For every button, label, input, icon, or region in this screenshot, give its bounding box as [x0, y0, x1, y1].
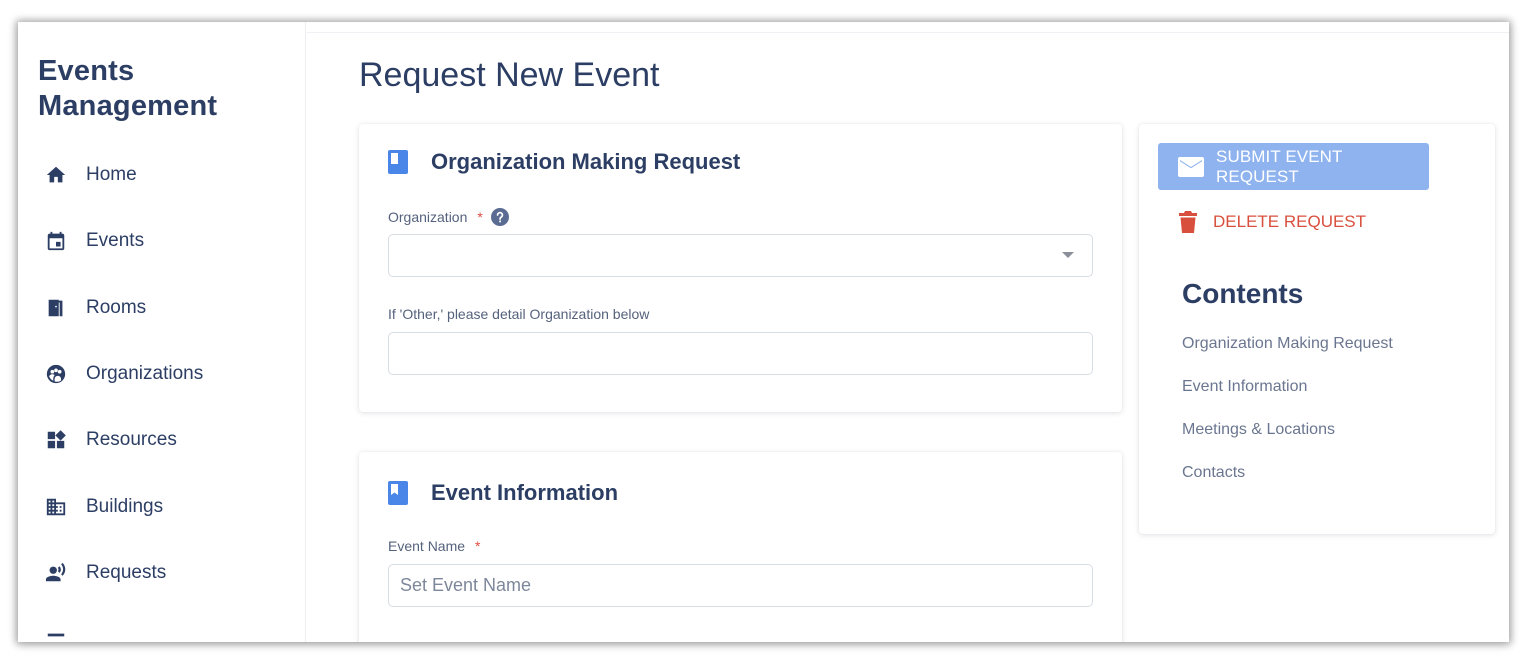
actions-panel: SUBMIT EVENT REQUEST DELETE REQUEST Cont…	[1139, 124, 1495, 534]
sidebar-item-buildings[interactable]: Buildings	[44, 487, 294, 527]
event-section-title: Event Information	[431, 480, 619, 505]
brand-line-2: Management	[38, 90, 218, 122]
record-voice-icon	[44, 561, 68, 585]
contents-link-organization[interactable]: Organization Making Request	[1182, 335, 1393, 353]
sidebar-item-label: Resources	[86, 429, 177, 450]
sidebar-item-more[interactable]	[44, 620, 294, 642]
dropdown-caret-icon	[1062, 252, 1074, 258]
brand-line-1: Events	[38, 55, 135, 87]
sidebar-item-label: Requests	[86, 562, 167, 583]
help-icon[interactable]	[490, 208, 509, 226]
delete-button-label: DELETE REQUEST	[1213, 212, 1367, 231]
event-name-label-text: Event Name	[388, 538, 466, 554]
organization-section-title: Organization Making Request	[431, 149, 741, 174]
group-icon	[44, 362, 68, 386]
sidebar-item-label: Events	[86, 230, 145, 251]
other-organization-input[interactable]	[388, 332, 1093, 375]
contents-title: Contents	[1182, 278, 1304, 309]
door-icon	[44, 296, 68, 320]
sidebar-item-home[interactable]: Home	[44, 155, 294, 195]
organization-section-header: Organization Making Request	[388, 149, 740, 175]
other-organization-label: If 'Other,' please detail Organization b…	[388, 306, 650, 322]
list-icon	[44, 628, 68, 642]
organization-section-card: Organization Making Request Organization…	[359, 124, 1122, 412]
required-marker: *	[475, 538, 481, 554]
submit-button-label: SUBMIT EVENT REQUEST	[1216, 146, 1343, 186]
event-section-header: Event Information	[388, 480, 618, 506]
sidebar-item-rooms[interactable]: Rooms	[44, 288, 294, 328]
delete-request-button[interactable]: DELETE REQUEST	[1179, 208, 1366, 236]
mail-icon	[1178, 156, 1204, 177]
event-name-label: Event Name *	[388, 538, 481, 554]
app-window: Events Management Home Events Rooms Orga…	[18, 22, 1509, 642]
app-brand: Events Management	[38, 54, 278, 124]
building-icon	[44, 495, 68, 519]
sidebar-item-label: Rooms	[86, 297, 147, 318]
organization-label-text: Organization	[388, 209, 468, 225]
page-title: Request New Event	[359, 56, 660, 94]
home-icon	[44, 163, 68, 187]
contents-link-event-information[interactable]: Event Information	[1182, 378, 1307, 396]
organization-label: Organization *	[388, 208, 509, 226]
book-icon	[388, 150, 408, 174]
sidebar-item-events[interactable]: Events	[44, 221, 294, 261]
submit-event-request-button[interactable]: SUBMIT EVENT REQUEST	[1158, 143, 1429, 190]
book-icon	[388, 481, 408, 505]
event-information-section-card: Event Information Event Name *	[359, 452, 1122, 642]
widgets-icon	[44, 428, 68, 452]
sidebar-item-organizations[interactable]: Organizations	[44, 354, 294, 394]
required-marker: *	[477, 209, 483, 225]
sidebar-item-requests[interactable]: Requests	[44, 553, 294, 593]
contents-link-meetings-locations[interactable]: Meetings & Locations	[1182, 421, 1335, 439]
event-name-input[interactable]	[388, 564, 1093, 607]
sidebar-item-resources[interactable]: Resources	[44, 420, 294, 460]
calendar-icon	[44, 229, 68, 253]
sidebar-item-label: Buildings	[86, 496, 164, 517]
top-divider	[307, 32, 1509, 33]
main-content: Request New Event Organization Making Re…	[307, 22, 1509, 642]
sidebar-item-label: Home	[86, 164, 137, 185]
trash-icon	[1179, 211, 1197, 233]
contents-link-contacts[interactable]: Contacts	[1182, 464, 1245, 482]
organization-select[interactable]	[388, 234, 1093, 277]
sidebar: Events Management Home Events Rooms Orga…	[18, 22, 306, 642]
sidebar-item-label: Organizations	[86, 363, 204, 384]
